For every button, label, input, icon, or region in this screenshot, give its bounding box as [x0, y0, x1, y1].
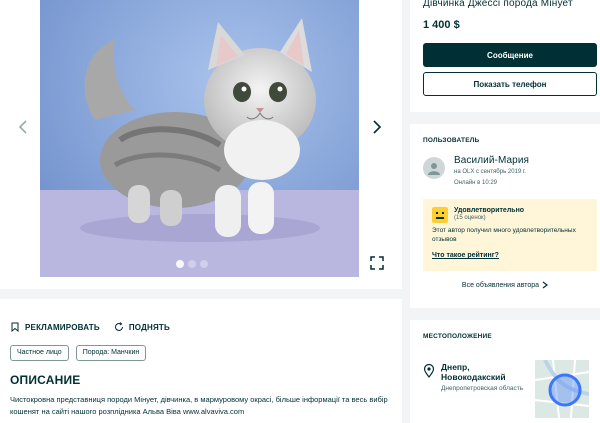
- listing-actions: РЕКЛАМИРОВАТЬ ПОДНЯТЬ: [10, 299, 392, 332]
- promote-label: РЕКЛАМИРОВАТЬ: [25, 322, 100, 332]
- chevron-right-icon: [373, 120, 382, 134]
- user-since: на OLX с сентябрь 2019 г.: [454, 169, 527, 175]
- expand-icon[interactable]: [370, 256, 384, 270]
- chevron-left-icon: [18, 120, 27, 134]
- raise-action[interactable]: ПОДНЯТЬ: [114, 322, 170, 332]
- listing-details: РЕКЛАМИРОВАТЬ ПОДНЯТЬ Частное лицо Пород…: [0, 299, 402, 423]
- rating-text: Этот автор получил много удовлетворитель…: [432, 227, 576, 243]
- location-map[interactable]: [535, 360, 589, 418]
- gallery-next-button[interactable]: [366, 116, 388, 138]
- rating-box: Удовлетворительно (15 оценок) Этот автор…: [423, 199, 597, 271]
- location-section-label: МЕСТОПОЛОЖЕНИЕ: [423, 333, 492, 340]
- user-card: ПОЛЬЗОВАТЕЛЬ Василий-Мария на OLX с сент…: [410, 124, 600, 308]
- tag-private-person[interactable]: Частное лицо: [10, 345, 69, 361]
- message-button[interactable]: Сообщение: [423, 43, 597, 67]
- all-ads-link[interactable]: Все объявления автора: [423, 281, 587, 289]
- rating-title: Удовлетворительно: [454, 207, 525, 214]
- rating-info-link[interactable]: Что такое рейтинг?: [432, 252, 499, 259]
- listing-title: Дівчинка Джессі порода Мінует: [423, 0, 573, 9]
- description-text: Чистокровна представниця породи Мінует, …: [10, 395, 388, 416]
- refresh-icon: [114, 322, 123, 331]
- description-title: ОПИСАНИЕ: [10, 373, 81, 387]
- map-thumbnail: [535, 360, 589, 418]
- gallery-dot[interactable]: [188, 260, 196, 268]
- all-ads-label: Все объявления автора: [461, 281, 540, 289]
- user-name[interactable]: Василий-Мария: [454, 155, 529, 166]
- photo-gallery: [0, 0, 402, 289]
- user-avatar-icon: [428, 163, 440, 175]
- listing-tags: Частное лицо Порода: Манчкин: [10, 345, 392, 361]
- neutral-face-icon: [432, 207, 448, 223]
- gallery-dot-active[interactable]: [176, 260, 184, 268]
- rating-count: (15 оценок): [454, 215, 486, 221]
- listing-page: РЕКЛАМИРОВАТЬ ПОДНЯТЬ Частное лицо Пород…: [0, 0, 600, 423]
- user-info[interactable]: Василий-Мария на OLX с сентябрь 2019 г. …: [423, 155, 587, 188]
- gallery-dots: [176, 260, 208, 268]
- kitten-image: [40, 0, 359, 277]
- show-phone-button[interactable]: Показать телефон: [423, 72, 597, 96]
- chevron-right-icon: [542, 281, 549, 289]
- location-region: Днепропетровская область: [441, 385, 524, 392]
- gallery-prev-button[interactable]: [12, 116, 34, 138]
- user-online: Онлайн в 10:29: [454, 180, 498, 186]
- bookmark-icon: [11, 322, 19, 332]
- location-card: МЕСТОПОЛОЖЕНИЕ Днепр, Новокодакский Днеп…: [410, 320, 600, 423]
- tag-breed[interactable]: Порода: Манчкин: [75, 345, 147, 361]
- location-pin-icon: [423, 364, 435, 378]
- price-card: Дівчинка Джессі порода Мінует 1 400 $ Со…: [410, 0, 600, 112]
- gallery-dot[interactable]: [200, 260, 208, 268]
- promote-action[interactable]: РЕКЛАМИРОВАТЬ: [10, 322, 100, 332]
- listing-price: 1 400 $: [423, 19, 460, 31]
- user-section-label: ПОЛЬЗОВАТЕЛЬ: [423, 137, 480, 144]
- location-city: Днепр, Новокодакский: [441, 362, 506, 382]
- listing-photo[interactable]: [40, 0, 359, 277]
- raise-label: ПОДНЯТЬ: [128, 322, 170, 332]
- avatar[interactable]: [423, 157, 445, 179]
